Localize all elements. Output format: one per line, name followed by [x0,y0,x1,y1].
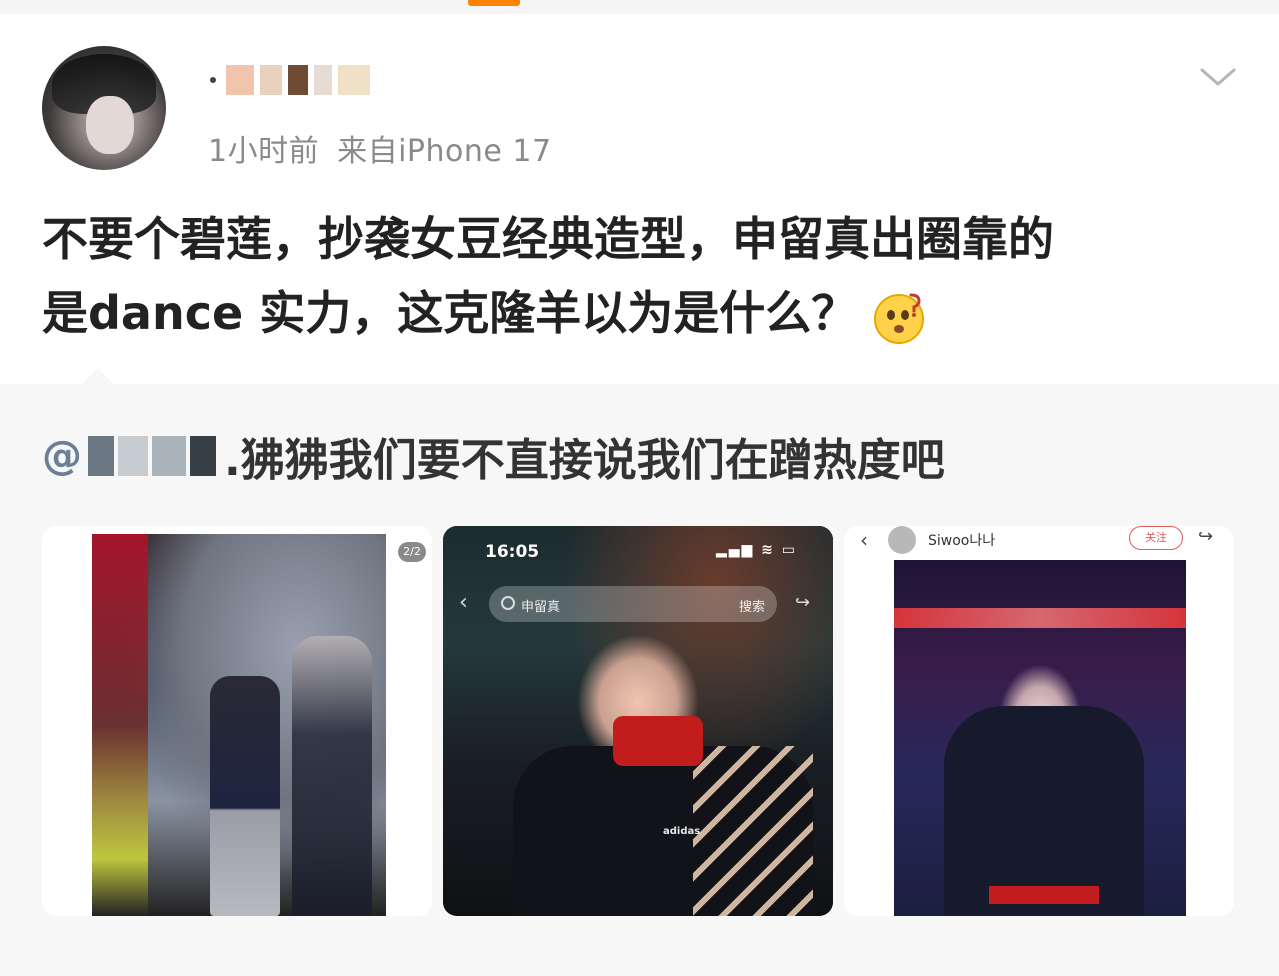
stage-lights [894,608,1186,628]
follow-button: 关注 [1129,526,1183,550]
weibo-post-view: 1小时前 来自iPhone 17 不要个碧莲，抄袭女豆经典造型，申留真出圈靠的 是… [0,0,1279,976]
post-text-line-2-content: 是dance 实力，这克隆羊以为是什么？ [42,286,858,340]
profile-username: Siwoo나나 [928,533,996,549]
username-blur-block [288,65,308,95]
repost-notch [82,368,114,384]
performer-figure [944,706,1144,916]
phone-status-bar: 16:05 ▂▄▆ ≋ ▭ [443,526,833,576]
mention-blur-block [118,436,148,476]
post-image-1[interactable]: 2/2 [42,526,432,916]
at-icon: @ [42,433,82,479]
post-meta: 1小时前 来自iPhone 17 [208,126,552,170]
post-body: 不要个碧莲，抄袭女豆经典造型，申留真出圈靠的 是dance 实力，这克隆羊以为是… [42,202,1242,350]
avatar[interactable] [42,46,166,170]
stage-lights [92,534,148,916]
avatar [888,526,916,554]
username-blur-block [226,65,254,95]
confused-face-emoji [874,293,925,344]
jacket-collar [613,716,703,766]
profile-topbar: ‹ Siwoo나나 关注 ↪ [844,526,1234,556]
avatar-face [86,96,134,154]
username-blur-block [260,65,282,95]
username-blurred[interactable] [210,60,370,100]
mention-blur-block [190,436,216,476]
status-icons: ▂▄▆ ≋ ▭ [715,542,797,558]
performer-figure [292,636,372,916]
post-text-line-1: 不要个碧莲，抄袭女豆经典造型，申留真出圈靠的 [42,212,1054,266]
search-bar: 申留真 搜索 [489,586,777,622]
share-icon: ↪ [795,592,811,613]
jacket-stripes [693,746,813,916]
brand-logo: adidas [663,826,701,837]
post-image-2[interactable]: adidas 16:05 ▂▄▆ ≋ ▭ ‹ 申留真 搜索 ↪ [443,526,833,916]
search-query: 申留真 [521,600,561,615]
share-icon: ↪ [1198,526,1214,547]
post-text-line-2: 是dance 实力，这克隆羊以为是什么？ [42,276,1242,350]
mention-blur-block [152,436,186,476]
image-count-badge: 2/2 [398,542,426,562]
top-separator [0,0,1279,14]
search-icon [501,596,515,610]
active-tab-indicator [468,0,520,6]
repost-text: .狒狒我们要不直接说我们在蹭热度吧 [224,435,945,486]
username-dot [210,77,216,83]
mention-username-blurred[interactable] [88,436,216,476]
post-image-3[interactable]: ‹ Siwoo나나 关注 ↪ [844,526,1234,916]
mention-blur-block [88,436,114,476]
back-arrow-icon: ‹ [860,528,868,552]
repost-mention-line[interactable]: @ .狒狒我们要不直接说我们在蹭热度吧 [42,424,945,488]
post-time: 1小时前 [208,134,320,169]
chevron-down-icon[interactable] [1198,58,1238,98]
post-source: 来自iPhone 17 [337,134,552,169]
status-time: 16:05 [485,542,540,562]
performer-figure [210,676,280,916]
red-belt [989,886,1099,904]
username-blur-block [314,65,332,95]
search-button: 搜索 [738,600,765,615]
username-blur-block [338,65,370,95]
back-arrow-icon: ‹ [459,590,468,615]
